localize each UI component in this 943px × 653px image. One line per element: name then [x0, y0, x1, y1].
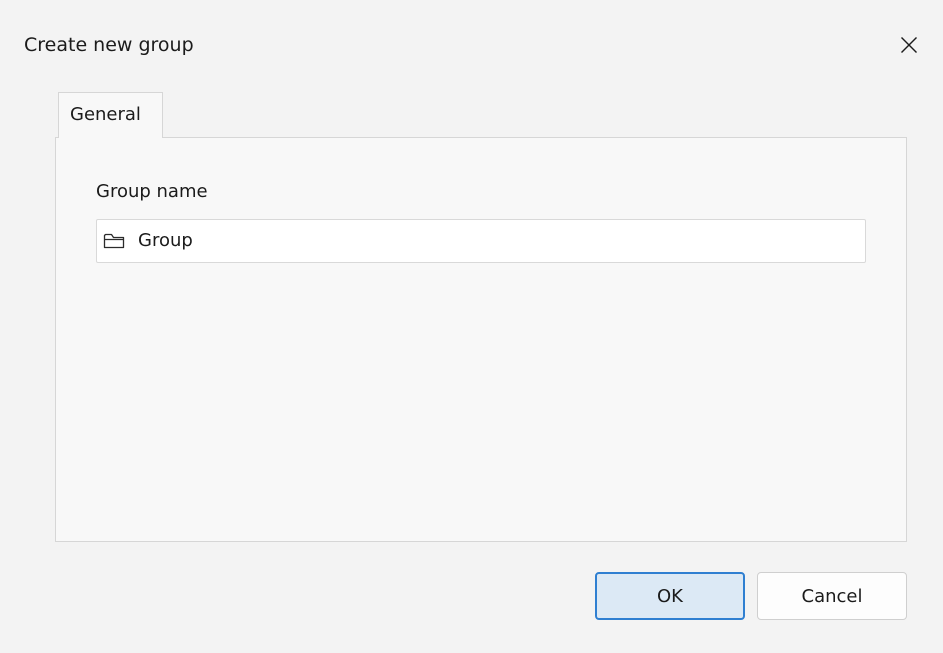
- folder-icon: [103, 233, 125, 249]
- tab-general[interactable]: General: [58, 92, 163, 138]
- group-name-field[interactable]: Group: [96, 219, 866, 263]
- close-icon: [901, 37, 917, 53]
- ok-button[interactable]: OK: [595, 572, 745, 620]
- close-button[interactable]: [892, 28, 926, 62]
- dialog-title: Create new group: [24, 34, 194, 56]
- title-bar: Create new group: [0, 0, 943, 88]
- create-group-dialog: Create new group General Group name Grou…: [0, 0, 943, 653]
- group-name-value: Group: [138, 230, 193, 251]
- cancel-button[interactable]: Cancel: [757, 572, 907, 620]
- general-tab-panel: Group name Group: [55, 137, 907, 542]
- group-name-label: Group name: [96, 181, 208, 202]
- tab-general-label: General: [70, 104, 141, 125]
